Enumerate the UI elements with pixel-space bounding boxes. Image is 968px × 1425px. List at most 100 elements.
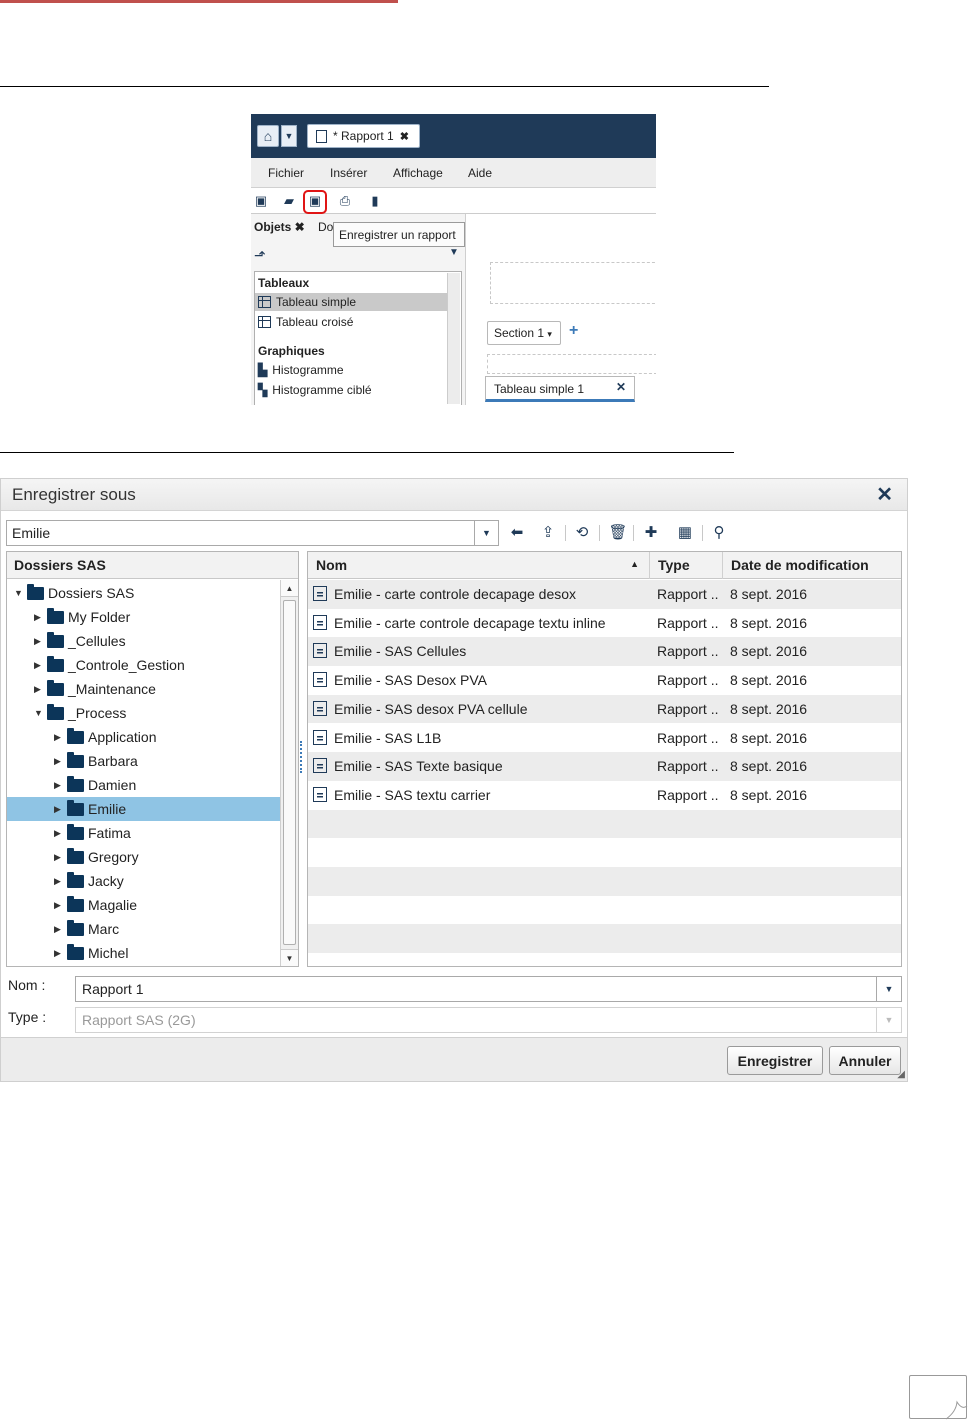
close-icon[interactable]: ✕: [876, 482, 893, 507]
tree-node[interactable]: ▶ Marc: [7, 917, 280, 941]
collapsed-arrow-icon[interactable]: ▶: [54, 948, 63, 959]
collapsed-arrow-icon[interactable]: ▶: [54, 828, 63, 839]
tree-node[interactable]: ▼ Dossiers SAS: [7, 581, 280, 605]
table-row[interactable]: Emilie - SAS textu carrier Rapport .. 8 se…: [308, 781, 901, 810]
tree-node[interactable]: ▼ _Process: [7, 701, 280, 725]
list-item[interactable]: Tableau simple: [255, 293, 449, 311]
cancel-button[interactable]: Annuler: [829, 1046, 901, 1075]
tree-node[interactable]: ▶ Jacky: [7, 869, 280, 893]
tree-node[interactable]: ▶ My Folder: [7, 605, 280, 629]
save-button[interactable]: Enregistrer: [727, 1046, 823, 1075]
chevron-down-icon[interactable]: ▼: [474, 521, 498, 545]
expanded-arrow-icon[interactable]: ▼: [14, 588, 23, 598]
report-icon: [313, 614, 327, 630]
folder-path-combo[interactable]: Emilie ▼: [6, 520, 499, 546]
tree-node[interactable]: ▶ Fatima: [7, 821, 280, 845]
add-section-icon[interactable]: +: [569, 322, 578, 340]
tree-node-label: Gregory: [88, 849, 139, 865]
tree-node[interactable]: ▶ Emilie: [7, 797, 280, 821]
collapsed-arrow-icon[interactable]: ▶: [34, 612, 43, 623]
tree-node[interactable]: ▶ Damien: [7, 773, 280, 797]
open-folder-icon[interactable]: ▰: [281, 193, 297, 209]
objects-list: Tableaux Tableau simple Tableau croisé G…: [254, 271, 462, 405]
table-row[interactable]: Emilie - SAS L1B Rapport .. 8 sept. 2016: [308, 724, 901, 753]
column-header-name[interactable]: Nom ▲: [308, 552, 650, 579]
tab-data[interactable]: Do: [318, 220, 333, 234]
delete-icon[interactable]: 🗑: [608, 523, 628, 543]
tree-node[interactable]: ▶ Gregory: [7, 845, 280, 869]
column-header-date[interactable]: Date de modification: [723, 552, 901, 579]
scroll-thumb[interactable]: [283, 600, 296, 945]
menu-icon[interactable]: ▼: [449, 247, 459, 258]
cell-name: Emilie - carte controle decapage desox: [334, 586, 577, 602]
collapsed-arrow-icon[interactable]: ▶: [34, 636, 43, 647]
view-icon[interactable]: ▮: [367, 193, 383, 209]
table-row[interactable]: Emilie - SAS Desox PVA Rapport .. 8 sept. …: [308, 666, 901, 695]
menu-affichage[interactable]: Affichage: [393, 166, 443, 180]
collapsed-arrow-icon[interactable]: ▶: [34, 684, 43, 695]
table-row[interactable]: Emilie - carte controle decapage textu i…: [308, 609, 901, 638]
table-row[interactable]: Emilie - SAS desox PVA cellule Rapport ..…: [308, 694, 901, 724]
name-field[interactable]: Rapport 1 ▼: [75, 976, 902, 1002]
collapsed-arrow-icon[interactable]: ▶: [54, 732, 63, 743]
list-item[interactable]: Tableau croisé: [258, 313, 448, 331]
tab-content[interactable]: Tableau simple 1 ✕: [485, 376, 635, 402]
tab-objects[interactable]: Objets ✖: [254, 220, 305, 234]
refresh-icon[interactable]: ⟲: [572, 523, 592, 543]
tree-node[interactable]: ▶ _Cellules: [7, 629, 280, 653]
list-item[interactable]: ▙ Histogramme: [258, 361, 448, 379]
cell-name: Emilie - carte controle decapage textu i…: [334, 614, 606, 631]
scroll-down-icon[interactable]: ▼: [281, 949, 298, 966]
tree-node[interactable]: ▶ _Maintenance: [7, 677, 280, 701]
new-folder-icon[interactable]: ✚: [641, 523, 661, 543]
close-icon[interactable]: ✖: [400, 130, 409, 143]
chevron-down-icon[interactable]: ▼: [876, 977, 901, 1001]
tree-node[interactable]: ▶ Application: [7, 725, 280, 749]
folder-up-icon[interactable]: ⇪: [538, 523, 558, 543]
home-icon[interactable]: ⌂: [257, 125, 279, 147]
list-item[interactable]: ▚ Histogramme ciblé: [258, 381, 448, 399]
collapsed-arrow-icon[interactable]: ▶: [54, 780, 63, 791]
back-icon[interactable]: ⬅: [507, 523, 527, 543]
details-view-icon[interactable]: ▦: [675, 523, 695, 543]
collapsed-arrow-icon[interactable]: ▶: [54, 804, 63, 815]
tree-node-label: Fatima: [88, 825, 131, 841]
search-icon[interactable]: ⚲: [709, 523, 729, 543]
tree-node[interactable]: ▶ Barbara: [7, 749, 280, 773]
close-icon[interactable]: ✕: [616, 380, 626, 394]
tree-node[interactable]: ▶ Magalie: [7, 893, 280, 917]
collapsed-arrow-icon[interactable]: ▶: [54, 852, 63, 863]
print-icon[interactable]: ⎙: [337, 193, 353, 209]
cell-type: Rapport ..: [657, 672, 719, 689]
folder-icon: [67, 728, 84, 744]
menu-fichier[interactable]: Fichier: [268, 166, 304, 180]
folder-icon: [67, 752, 84, 768]
resize-grip-icon[interactable]: ◢: [897, 1069, 905, 1080]
collapsed-arrow-icon[interactable]: ▶: [54, 924, 63, 935]
tab-section[interactable]: Section 1 ▾: [487, 321, 561, 345]
table-row[interactable]: Emilie - SAS Texte basique Rapport .. 8 se…: [308, 752, 901, 781]
tree-scrollbar[interactable]: ▲ ▼: [280, 580, 298, 966]
tree-node[interactable]: ▶ Michel: [7, 941, 280, 965]
menu-aide[interactable]: Aide: [468, 166, 492, 180]
column-header-type[interactable]: Type: [650, 552, 723, 579]
insert-icon[interactable]: ⬏: [254, 247, 266, 264]
collapsed-arrow-icon[interactable]: ▶: [54, 900, 63, 911]
table-row[interactable]: Emilie - carte controle decapage desox Ra…: [308, 580, 901, 609]
toolbar-separator: [633, 525, 634, 541]
collapsed-arrow-icon[interactable]: ▶: [54, 876, 63, 887]
table-row[interactable]: Emilie - SAS Cellules Rapport .. 8 sept. 2…: [308, 637, 901, 667]
collapsed-arrow-icon[interactable]: ▶: [34, 660, 43, 671]
toolbar-separator: [702, 525, 703, 541]
chevron-down-icon[interactable]: ▼: [281, 125, 297, 147]
menu-inserer[interactable]: Insérer: [330, 166, 367, 180]
expanded-arrow-icon[interactable]: ▼: [34, 708, 43, 718]
tree-node[interactable]: ▶ _Controle_Gestion: [7, 653, 280, 677]
pane-splitter[interactable]: [300, 741, 303, 773]
sort-ascending-icon: ▲: [630, 559, 639, 569]
new-report-icon[interactable]: ▣: [253, 193, 269, 209]
report-tab[interactable]: * Rapport 1 ✖: [307, 124, 420, 148]
collapsed-arrow-icon[interactable]: ▶: [54, 756, 63, 767]
scrollbar[interactable]: [447, 273, 460, 404]
scroll-up-icon[interactable]: ▲: [281, 580, 298, 597]
